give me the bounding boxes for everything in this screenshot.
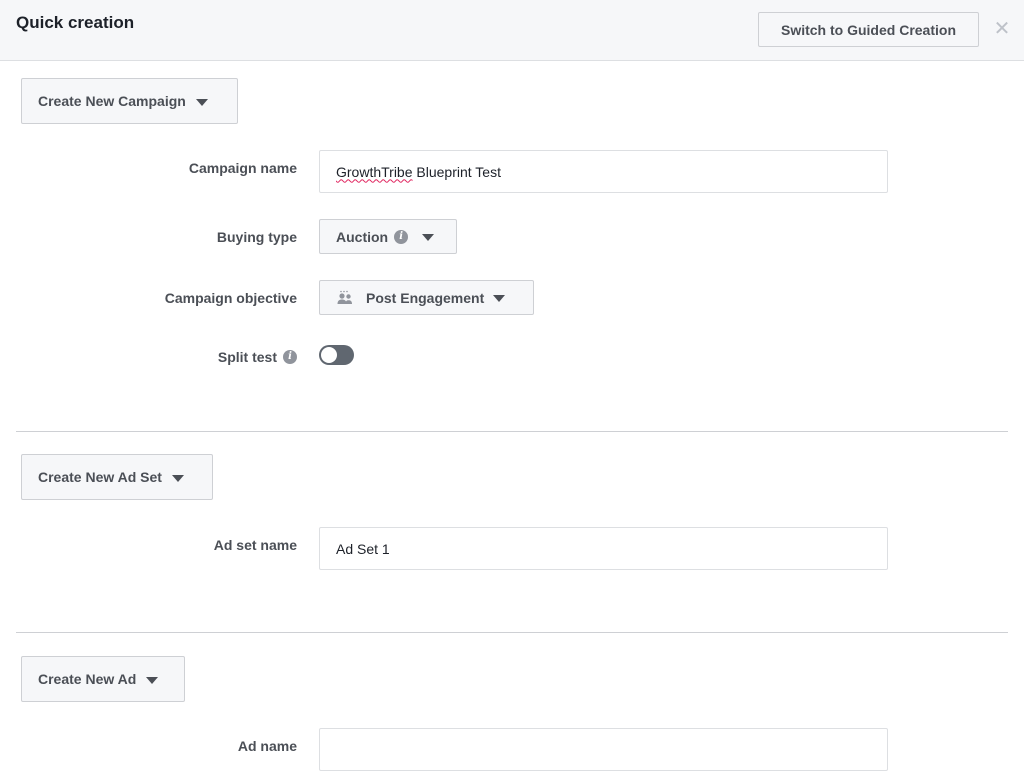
people-icon xyxy=(337,290,352,304)
split-test-label-group: Split test i xyxy=(218,347,297,367)
dialog-title: Quick creation xyxy=(16,13,135,32)
split-test-toggle[interactable] xyxy=(319,345,354,365)
campaign-name-input[interactable]: GrowthTribe Blueprint Test xyxy=(319,150,888,193)
switch-to-guided-creation-button[interactable]: Switch to Guided Creation xyxy=(758,12,979,47)
caret-down-icon xyxy=(171,474,184,482)
create-new-ad-set-label: Create New Ad Set xyxy=(38,469,162,485)
buying-type-value: Auction xyxy=(336,228,389,245)
ad-name-input[interactable] xyxy=(319,728,888,771)
section-divider xyxy=(16,632,1008,633)
info-icon[interactable]: i xyxy=(394,229,409,244)
ad-name-label: Ad name xyxy=(237,738,297,754)
campaign-objective-label: Campaign objective xyxy=(164,290,297,306)
create-new-ad-set-dropdown[interactable]: Create New Ad Set xyxy=(21,454,213,500)
create-new-campaign-dropdown[interactable]: Create New Campaign xyxy=(21,78,238,124)
create-new-campaign-label: Create New Campaign xyxy=(38,93,186,109)
caret-down-icon xyxy=(422,234,435,241)
campaign-objective-dropdown[interactable]: Post Engagement xyxy=(319,280,534,315)
ad-set-name-input[interactable]: Ad Set 1 xyxy=(319,527,888,570)
caret-down-icon xyxy=(493,295,506,302)
caret-down-icon xyxy=(195,98,208,106)
info-icon[interactable]: i xyxy=(283,350,297,364)
split-test-label: Split test xyxy=(217,349,277,365)
create-new-ad-label: Create New Ad xyxy=(38,671,137,687)
campaign-objective-value: Post Engagement xyxy=(366,289,485,306)
buying-type-label: Buying type xyxy=(216,229,297,245)
section-divider xyxy=(16,431,1008,432)
campaign-name-value-rest: Blueprint Test xyxy=(412,163,501,180)
dialog-header: Quick creation Switch to Guided Creation… xyxy=(0,0,1024,61)
close-icon[interactable]: ✕ xyxy=(992,17,1012,41)
ad-set-name-label: Ad set name xyxy=(213,537,297,553)
campaign-name-value-misspelled: GrowthTribe xyxy=(336,163,413,180)
create-new-ad-dropdown[interactable]: Create New Ad xyxy=(21,656,185,702)
caret-down-icon xyxy=(146,676,159,684)
buying-type-dropdown[interactable]: Auction i xyxy=(319,219,457,254)
ad-set-name-value: Ad Set 1 xyxy=(336,540,390,557)
campaign-name-label: Campaign name xyxy=(188,160,297,176)
toggle-knob xyxy=(321,347,337,363)
